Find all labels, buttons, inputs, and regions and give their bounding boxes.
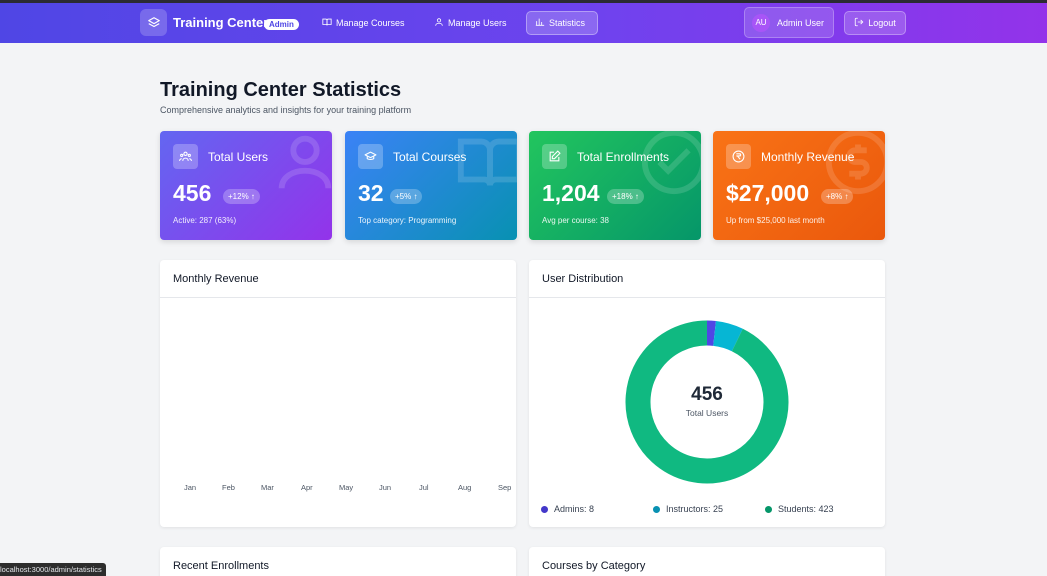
- panel-title: User Distribution: [529, 260, 885, 298]
- stat-change-badge: +8% ↑: [821, 189, 854, 204]
- stat-change-badge: +12% ↑: [223, 189, 260, 204]
- book-icon: [322, 17, 332, 29]
- nav-label: Manage Users: [448, 18, 507, 28]
- users-watermark-icon: [270, 131, 332, 202]
- user-name: Admin User: [777, 17, 825, 28]
- bar-chart-icon: [535, 17, 545, 29]
- avatar: AU: [752, 13, 770, 32]
- top-navbar: Training Center Admin Manage Courses Man…: [0, 3, 1047, 43]
- graduation-cap-icon: [358, 144, 383, 169]
- x-axis-month: Sep: [498, 483, 512, 492]
- nav-label: Statistics: [549, 18, 586, 28]
- nav-statistics[interactable]: Statistics: [526, 11, 598, 35]
- page-subtitle: Comprehensive analytics and insights for…: [160, 105, 412, 115]
- nav-manage-courses[interactable]: Manage Courses: [314, 11, 413, 35]
- check-circle-watermark-icon: [639, 131, 701, 202]
- stat-label: Total Users: [208, 150, 269, 164]
- admin-badge: Admin: [264, 19, 299, 30]
- x-axis-month: Mar: [261, 483, 274, 492]
- stat-label: Total Courses: [393, 150, 467, 164]
- layers-icon[interactable]: [140, 9, 167, 36]
- stat-value: $27,000: [726, 180, 810, 206]
- stat-value: 456: [173, 180, 212, 206]
- x-axis-month: Jun: [379, 483, 392, 492]
- stat-change-badge: +5% ↑: [390, 189, 423, 204]
- stat-label: Monthly Revenue: [761, 150, 855, 164]
- donut-slice-instructors[interactable]: [712, 320, 743, 352]
- nav-label: Manage Courses: [336, 18, 405, 28]
- courses-by-category-panel: Courses by Category: [529, 547, 885, 576]
- legend-label: Admins: 8: [554, 504, 595, 514]
- panel-title: Monthly Revenue: [160, 260, 516, 298]
- stat-value: 1,204: [542, 180, 600, 206]
- page-title: Training Center Statistics: [160, 79, 402, 101]
- donut-center-value: 456: [691, 384, 723, 405]
- panel-title: Courses by Category: [529, 547, 885, 576]
- x-axis-month: Aug: [458, 483, 472, 492]
- logout-icon: [854, 17, 864, 29]
- stat-card-total-users: Total Users 456 +12% ↑ Active: 287 (63%): [160, 131, 332, 240]
- x-axis-month: Apr: [301, 483, 313, 492]
- legend-item-admins: Admins: 8: [541, 504, 594, 514]
- logout-label: Logout: [868, 18, 896, 28]
- edit-icon: [542, 144, 567, 169]
- status-url: localhost:3000/admin/statistics: [0, 563, 106, 576]
- legend-dot: [541, 505, 548, 513]
- users-group-icon: [173, 144, 198, 169]
- panel-title: Recent Enrollments: [160, 547, 516, 576]
- stat-subtext: Active: 287 (63%): [173, 216, 237, 225]
- stat-subtext: Up from $25,000 last month: [726, 216, 825, 225]
- stat-change-badge: +18% ↑: [607, 189, 644, 204]
- legend-dot: [765, 505, 772, 513]
- rupee-icon: [726, 144, 751, 169]
- legend-item-instructors: Instructors: 25: [653, 504, 723, 514]
- x-axis-month: Jul: [419, 483, 429, 492]
- brand-title[interactable]: Training Center: [173, 15, 268, 30]
- book-watermark-icon: [455, 131, 517, 202]
- recent-enrollments-panel: Recent Enrollments: [160, 547, 516, 576]
- stat-label: Total Enrollments: [577, 150, 670, 164]
- stat-subtext: Avg per course: 38: [542, 216, 610, 225]
- stat-card-total-enrollments: Total Enrollments 1,204 +18% ↑ Avg per c…: [529, 131, 701, 240]
- stat-card-total-courses: Total Courses 32 +5% ↑ Top category: Pro…: [345, 131, 517, 240]
- x-axis-month: Feb: [222, 483, 235, 492]
- users-icon: [434, 17, 444, 29]
- stat-subtext: Top category: Programming: [358, 216, 457, 225]
- user-menu[interactable]: AU Admin User: [744, 7, 834, 38]
- nav-manage-users[interactable]: Manage Users: [426, 11, 515, 35]
- stat-card-monthly-revenue: Monthly Revenue $27,000 +8% ↑ Up from $2…: [713, 131, 885, 240]
- logout-button[interactable]: Logout: [844, 11, 906, 35]
- legend-label: Instructors: 25: [666, 504, 724, 514]
- donut-center-label: Total Users: [685, 408, 729, 418]
- stat-value: 32: [358, 180, 384, 206]
- legend-dot: [653, 505, 660, 513]
- legend-label: Students: 423: [778, 504, 834, 514]
- x-axis-month: Jan: [184, 483, 197, 492]
- legend-item-students: Students: 423: [765, 504, 834, 514]
- x-axis-month: May: [339, 483, 354, 492]
